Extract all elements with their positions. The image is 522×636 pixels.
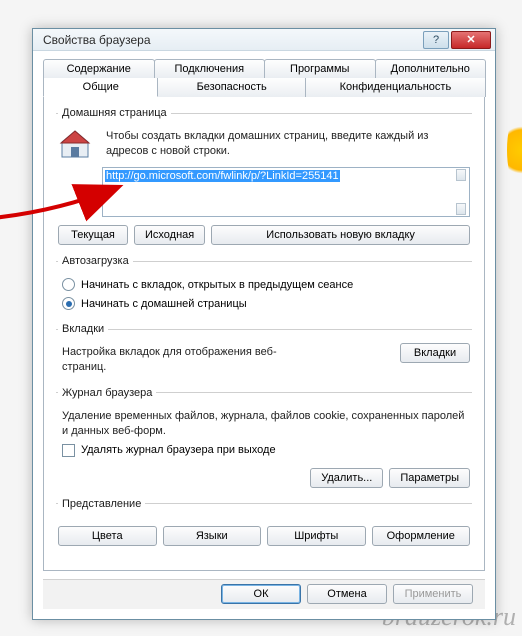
radio-icon <box>62 297 75 310</box>
use-current-button[interactable]: Текущая <box>58 225 128 245</box>
titlebar: Свойства браузера ? ✕ <box>33 29 495 51</box>
homepage-legend: Домашняя страница <box>58 107 171 119</box>
tab-connections[interactable]: Подключения <box>154 59 266 78</box>
checkbox-icon <box>62 444 75 457</box>
use-newtab-button[interactable]: Использовать новую вкладку <box>211 225 470 245</box>
homepage-hint: Чтобы создать вкладки домашних страниц, … <box>102 127 470 161</box>
tabs-desc: Настройка вкладок для отображения веб-ст… <box>58 343 318 377</box>
tab-content[interactable]: Содержание <box>43 59 155 78</box>
tab-strip: Содержание Подключения Программы Дополни… <box>33 51 495 97</box>
colors-button[interactable]: Цвета <box>58 526 157 546</box>
apply-button[interactable]: Применить <box>393 584 473 604</box>
radio-icon <box>62 278 75 291</box>
tab-advanced[interactable]: Дополнительно <box>375 59 487 78</box>
help-icon: ? <box>433 34 439 46</box>
tab-privacy[interactable]: Конфиденциальность <box>305 78 486 97</box>
general-tab-panel: Домашняя страница Чтобы создать вкладки … <box>43 97 485 570</box>
help-button[interactable]: ? <box>423 31 449 49</box>
background-accent <box>507 120 522 180</box>
close-icon: ✕ <box>466 33 475 46</box>
home-icon <box>58 127 92 161</box>
accessibility-button[interactable]: Оформление <box>372 526 471 546</box>
startup-group: Автозагрузка Начинать с вкладок, открыты… <box>56 255 472 313</box>
dialog-button-bar: ОК Отмена Применить <box>43 579 485 609</box>
startup-tabs-option[interactable]: Начинать с вкладок, открытых в предыдуще… <box>58 275 470 294</box>
ok-button[interactable]: ОК <box>221 584 301 604</box>
homepage-url-value: http://go.microsoft.com/fwlink/p/?LinkId… <box>105 170 340 182</box>
appearance-legend: Представление <box>58 498 145 510</box>
history-settings-button[interactable]: Параметры <box>389 468 470 488</box>
use-default-button[interactable]: Исходная <box>134 225 205 245</box>
homepage-url-input[interactable]: http://go.microsoft.com/fwlink/p/?LinkId… <box>102 167 470 217</box>
fonts-button[interactable]: Шрифты <box>267 526 366 546</box>
history-legend: Журнал браузера <box>58 387 156 399</box>
tab-security[interactable]: Безопасность <box>157 78 305 97</box>
tabs-settings-button[interactable]: Вкладки <box>400 343 470 363</box>
cancel-button[interactable]: Отмена <box>307 584 387 604</box>
history-group: Журнал браузера Удаление временных файло… <box>56 387 472 488</box>
tabs-group: Вкладки Настройка вкладок для отображени… <box>56 323 472 377</box>
dialog-title: Свойства браузера <box>43 33 421 47</box>
tabs-legend: Вкладки <box>58 323 108 335</box>
languages-button[interactable]: Языки <box>163 526 262 546</box>
tab-general[interactable]: Общие <box>43 78 158 97</box>
history-desc: Удаление временных файлов, журнала, файл… <box>58 407 470 441</box>
tab-programs[interactable]: Программы <box>264 59 376 78</box>
scrollbar[interactable] <box>454 169 468 215</box>
delete-history-button[interactable]: Удалить... <box>310 468 383 488</box>
close-button[interactable]: ✕ <box>451 31 491 49</box>
startup-tabs-label: Начинать с вкладок, открытых в предыдуще… <box>81 279 353 291</box>
startup-home-label: Начинать с домашней страницы <box>81 298 247 310</box>
internet-options-dialog: Свойства браузера ? ✕ Содержание Подключ… <box>32 28 496 620</box>
startup-home-option[interactable]: Начинать с домашней страницы <box>58 294 470 313</box>
appearance-group: Представление Цвета Языки Шрифты Оформле… <box>56 498 472 546</box>
delete-on-exit-option[interactable]: Удалять журнал браузера при выходе <box>58 441 470 460</box>
startup-legend: Автозагрузка <box>58 255 133 267</box>
homepage-group: Домашняя страница Чтобы создать вкладки … <box>56 107 472 245</box>
delete-on-exit-label: Удалять журнал браузера при выходе <box>81 444 276 456</box>
